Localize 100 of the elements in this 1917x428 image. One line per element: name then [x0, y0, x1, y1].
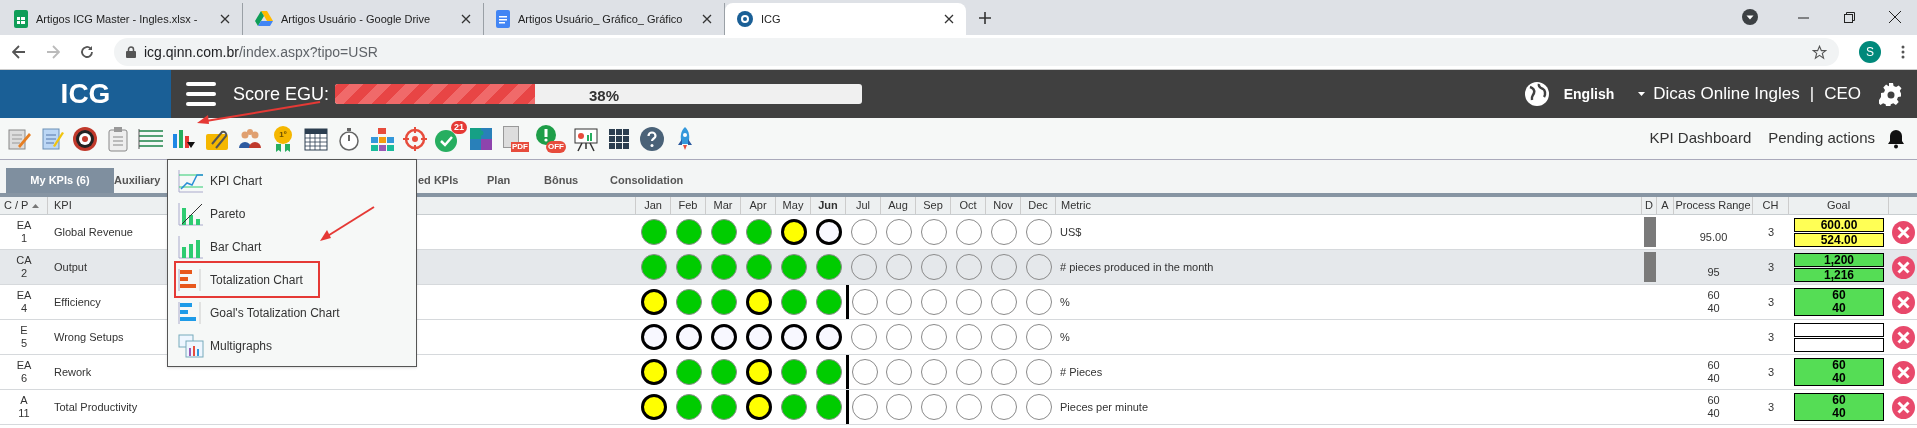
- tab-title: Artigos ICG Master - Ingles.xlsx -: [36, 11, 199, 27]
- tab[interactable]: ed KPIs: [418, 168, 487, 193]
- close-icon[interactable]: [461, 14, 471, 24]
- goal-value[interactable]: 1,200: [1794, 252, 1884, 267]
- delete-icon[interactable]: [1891, 290, 1915, 314]
- tab[interactable]: Bônus: [544, 168, 610, 193]
- site-logo-icon: [737, 11, 753, 27]
- column-header[interactable]: Dec: [1021, 197, 1056, 214]
- kpi-name[interactable]: Global Revenue: [54, 223, 133, 241]
- column-header[interactable]: Mar: [706, 197, 741, 214]
- calendar-icon[interactable]: [303, 125, 329, 152]
- more-menu-icon[interactable]: [1901, 45, 1905, 59]
- bookmark-star-icon[interactable]: [1812, 44, 1827, 60]
- close-icon[interactable]: [944, 14, 954, 24]
- dropdown-circle-icon[interactable]: [1742, 9, 1758, 25]
- column-header[interactable]: Process Range: [1674, 197, 1753, 214]
- clipboard-icon[interactable]: [105, 125, 131, 152]
- kpi-dashboard-link[interactable]: KPI Dashboard: [1649, 127, 1752, 150]
- crosshair-icon[interactable]: [402, 125, 428, 152]
- goal-value[interactable]: [1794, 337, 1884, 352]
- column-header[interactable]: Jan: [636, 197, 671, 214]
- kpi-name[interactable]: Wrong Setups: [54, 328, 124, 346]
- help-icon[interactable]: [639, 125, 665, 152]
- stopwatch-icon[interactable]: [336, 125, 362, 152]
- profile-avatar[interactable]: S: [1859, 41, 1881, 63]
- tab-title: Artigos Usuário - Google Drive: [281, 11, 432, 27]
- goal-value[interactable]: 60 40: [1794, 358, 1884, 386]
- logo[interactable]: ICG: [0, 70, 171, 118]
- forward-arrow-icon[interactable]: [46, 45, 60, 59]
- menu-icon[interactable]: [186, 82, 216, 106]
- delete-icon[interactable]: [1891, 220, 1915, 244]
- tab[interactable]: Auxiliary: [114, 168, 167, 193]
- browser-tab[interactable]: ICG: [725, 3, 966, 35]
- ch-value: 3: [1767, 329, 1775, 345]
- goal-value[interactable]: 524.00: [1794, 232, 1884, 247]
- menu-item[interactable]: KPI Chart: [176, 164, 408, 197]
- column-header[interactable]: Metric: [1056, 197, 1642, 214]
- url-text: icg.qinn.com.br/index.aspx?tipo=USR: [144, 42, 378, 62]
- goal-value[interactable]: 600.00: [1794, 217, 1884, 232]
- bell-icon[interactable]: [1887, 128, 1905, 149]
- new-tab-icon[interactable]: [978, 11, 992, 25]
- column-header[interactable]: Goal: [1789, 197, 1889, 214]
- column-header[interactable]: Aug: [881, 197, 916, 214]
- document-icon: [496, 10, 510, 28]
- settings-icon[interactable]: [1879, 82, 1903, 106]
- category-code: EA: [16, 219, 32, 232]
- spreadsheet-icon: [14, 10, 28, 28]
- presentation-board-icon[interactable]: [573, 125, 599, 152]
- kpi-name[interactable]: Output: [54, 258, 88, 276]
- close-icon[interactable]: [702, 14, 712, 24]
- restore-icon[interactable]: [1844, 12, 1855, 23]
- language-selector[interactable]: English: [1563, 83, 1615, 105]
- column-header[interactable]: A: [1657, 197, 1674, 214]
- column-header[interactable]: Sep: [916, 197, 951, 214]
- user-name[interactable]: Dicas Online Ingles: [1653, 81, 1800, 107]
- address-field[interactable]: icg.qinn.com.br/index.aspx?tipo=USR: [114, 38, 1839, 66]
- column-header[interactable]: C / P: [0, 197, 48, 214]
- delete-icon[interactable]: [1891, 255, 1915, 279]
- range-value: 60: [1707, 289, 1720, 302]
- puzzle-icon[interactable]: [468, 125, 494, 152]
- table-row[interactable]: A 11 Total Productivity Pieces per minute 60 40 3 60 40: [0, 390, 1917, 425]
- delete-icon[interactable]: [1891, 360, 1915, 384]
- goal-value[interactable]: 60 40: [1794, 288, 1884, 316]
- caret-icon[interactable]: [1638, 92, 1646, 96]
- kpi-name[interactable]: Rework: [54, 363, 92, 381]
- column-header[interactable]: May: [776, 197, 811, 214]
- hierarchy-blocks-icon[interactable]: [369, 125, 395, 152]
- checklist-pencil-icon[interactable]: [39, 125, 65, 152]
- tab[interactable]: Plan: [487, 168, 544, 193]
- delete-icon[interactable]: [1891, 395, 1915, 419]
- target-icon[interactable]: [72, 125, 98, 152]
- column-header[interactable]: Feb: [671, 197, 706, 214]
- drive-triangle-icon: [255, 11, 273, 27]
- back-arrow-icon[interactable]: [12, 45, 26, 59]
- column-header[interactable]: Jun: [811, 197, 846, 214]
- reload-icon[interactable]: [80, 45, 94, 59]
- column-header[interactable]: Jul: [846, 197, 881, 214]
- table-row[interactable]: EA 6 Rework # Pieces 60 40 3 60 40: [0, 355, 1917, 390]
- goal-value[interactable]: 60 40: [1794, 393, 1884, 421]
- user-role: CEO: [1824, 83, 1861, 106]
- kpi-name[interactable]: Efficiency: [54, 293, 101, 311]
- column-header[interactable]: Nov: [986, 197, 1021, 214]
- close-icon[interactable]: [220, 14, 230, 24]
- pending-actions-link[interactable]: Pending actions: [1768, 127, 1875, 150]
- delete-icon[interactable]: [1891, 325, 1915, 349]
- column-header[interactable]: CH: [1753, 197, 1789, 214]
- sort-arrow-icon[interactable]: [32, 203, 40, 208]
- ch-value: 3: [1767, 224, 1775, 240]
- range-value: 40: [1707, 372, 1720, 385]
- close-icon[interactable]: [1889, 11, 1901, 23]
- kpi-name[interactable]: Total Productivity: [54, 398, 138, 416]
- category-code: E: [20, 324, 28, 337]
- range-value: 95.00: [1699, 231, 1728, 244]
- globe-icon[interactable]: [1523, 81, 1550, 107]
- tab[interactable]: Consolidation: [610, 168, 710, 193]
- goal-value[interactable]: 1,216: [1794, 267, 1884, 282]
- goal-value[interactable]: [1794, 322, 1884, 337]
- column-header[interactable]: Apr: [741, 197, 776, 214]
- column-header[interactable]: Oct: [951, 197, 986, 214]
- column-header[interactable]: D: [1642, 197, 1657, 214]
